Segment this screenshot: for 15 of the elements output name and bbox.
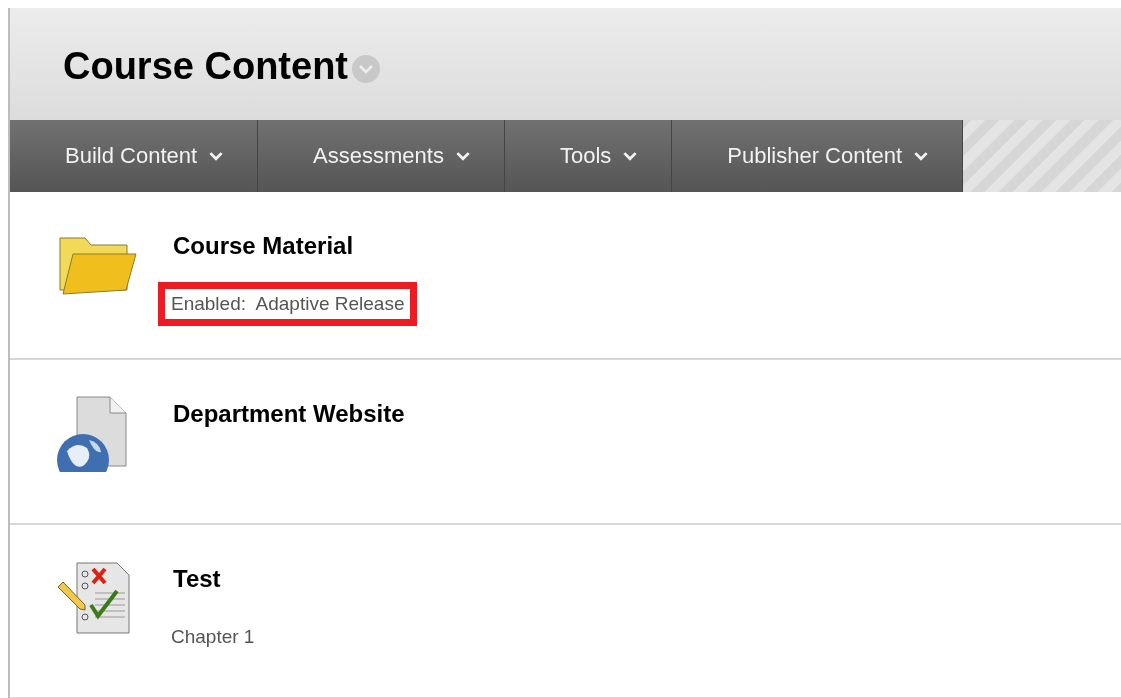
caret-icon [914,151,929,161]
page-title: Course Content [63,44,348,88]
item-detail: Enabled: Adaptive Release [158,282,418,326]
dropdown-icon[interactable] [352,55,380,83]
menu-tab[interactable]: Build Content [10,120,259,192]
menu-tab[interactable]: Assessments [258,120,505,192]
menu-tab[interactable]: Publisher Content [672,120,964,192]
caret-icon [623,151,638,161]
menu-tab[interactable]: Tools [504,120,673,192]
item-title[interactable]: Course Material [173,232,354,260]
caret-icon [455,151,470,161]
item-detail: Chapter 1 [170,625,256,649]
item-title[interactable]: Test [173,565,221,593]
item-title[interactable]: Department Website [173,400,405,428]
caret-icon [209,151,224,161]
